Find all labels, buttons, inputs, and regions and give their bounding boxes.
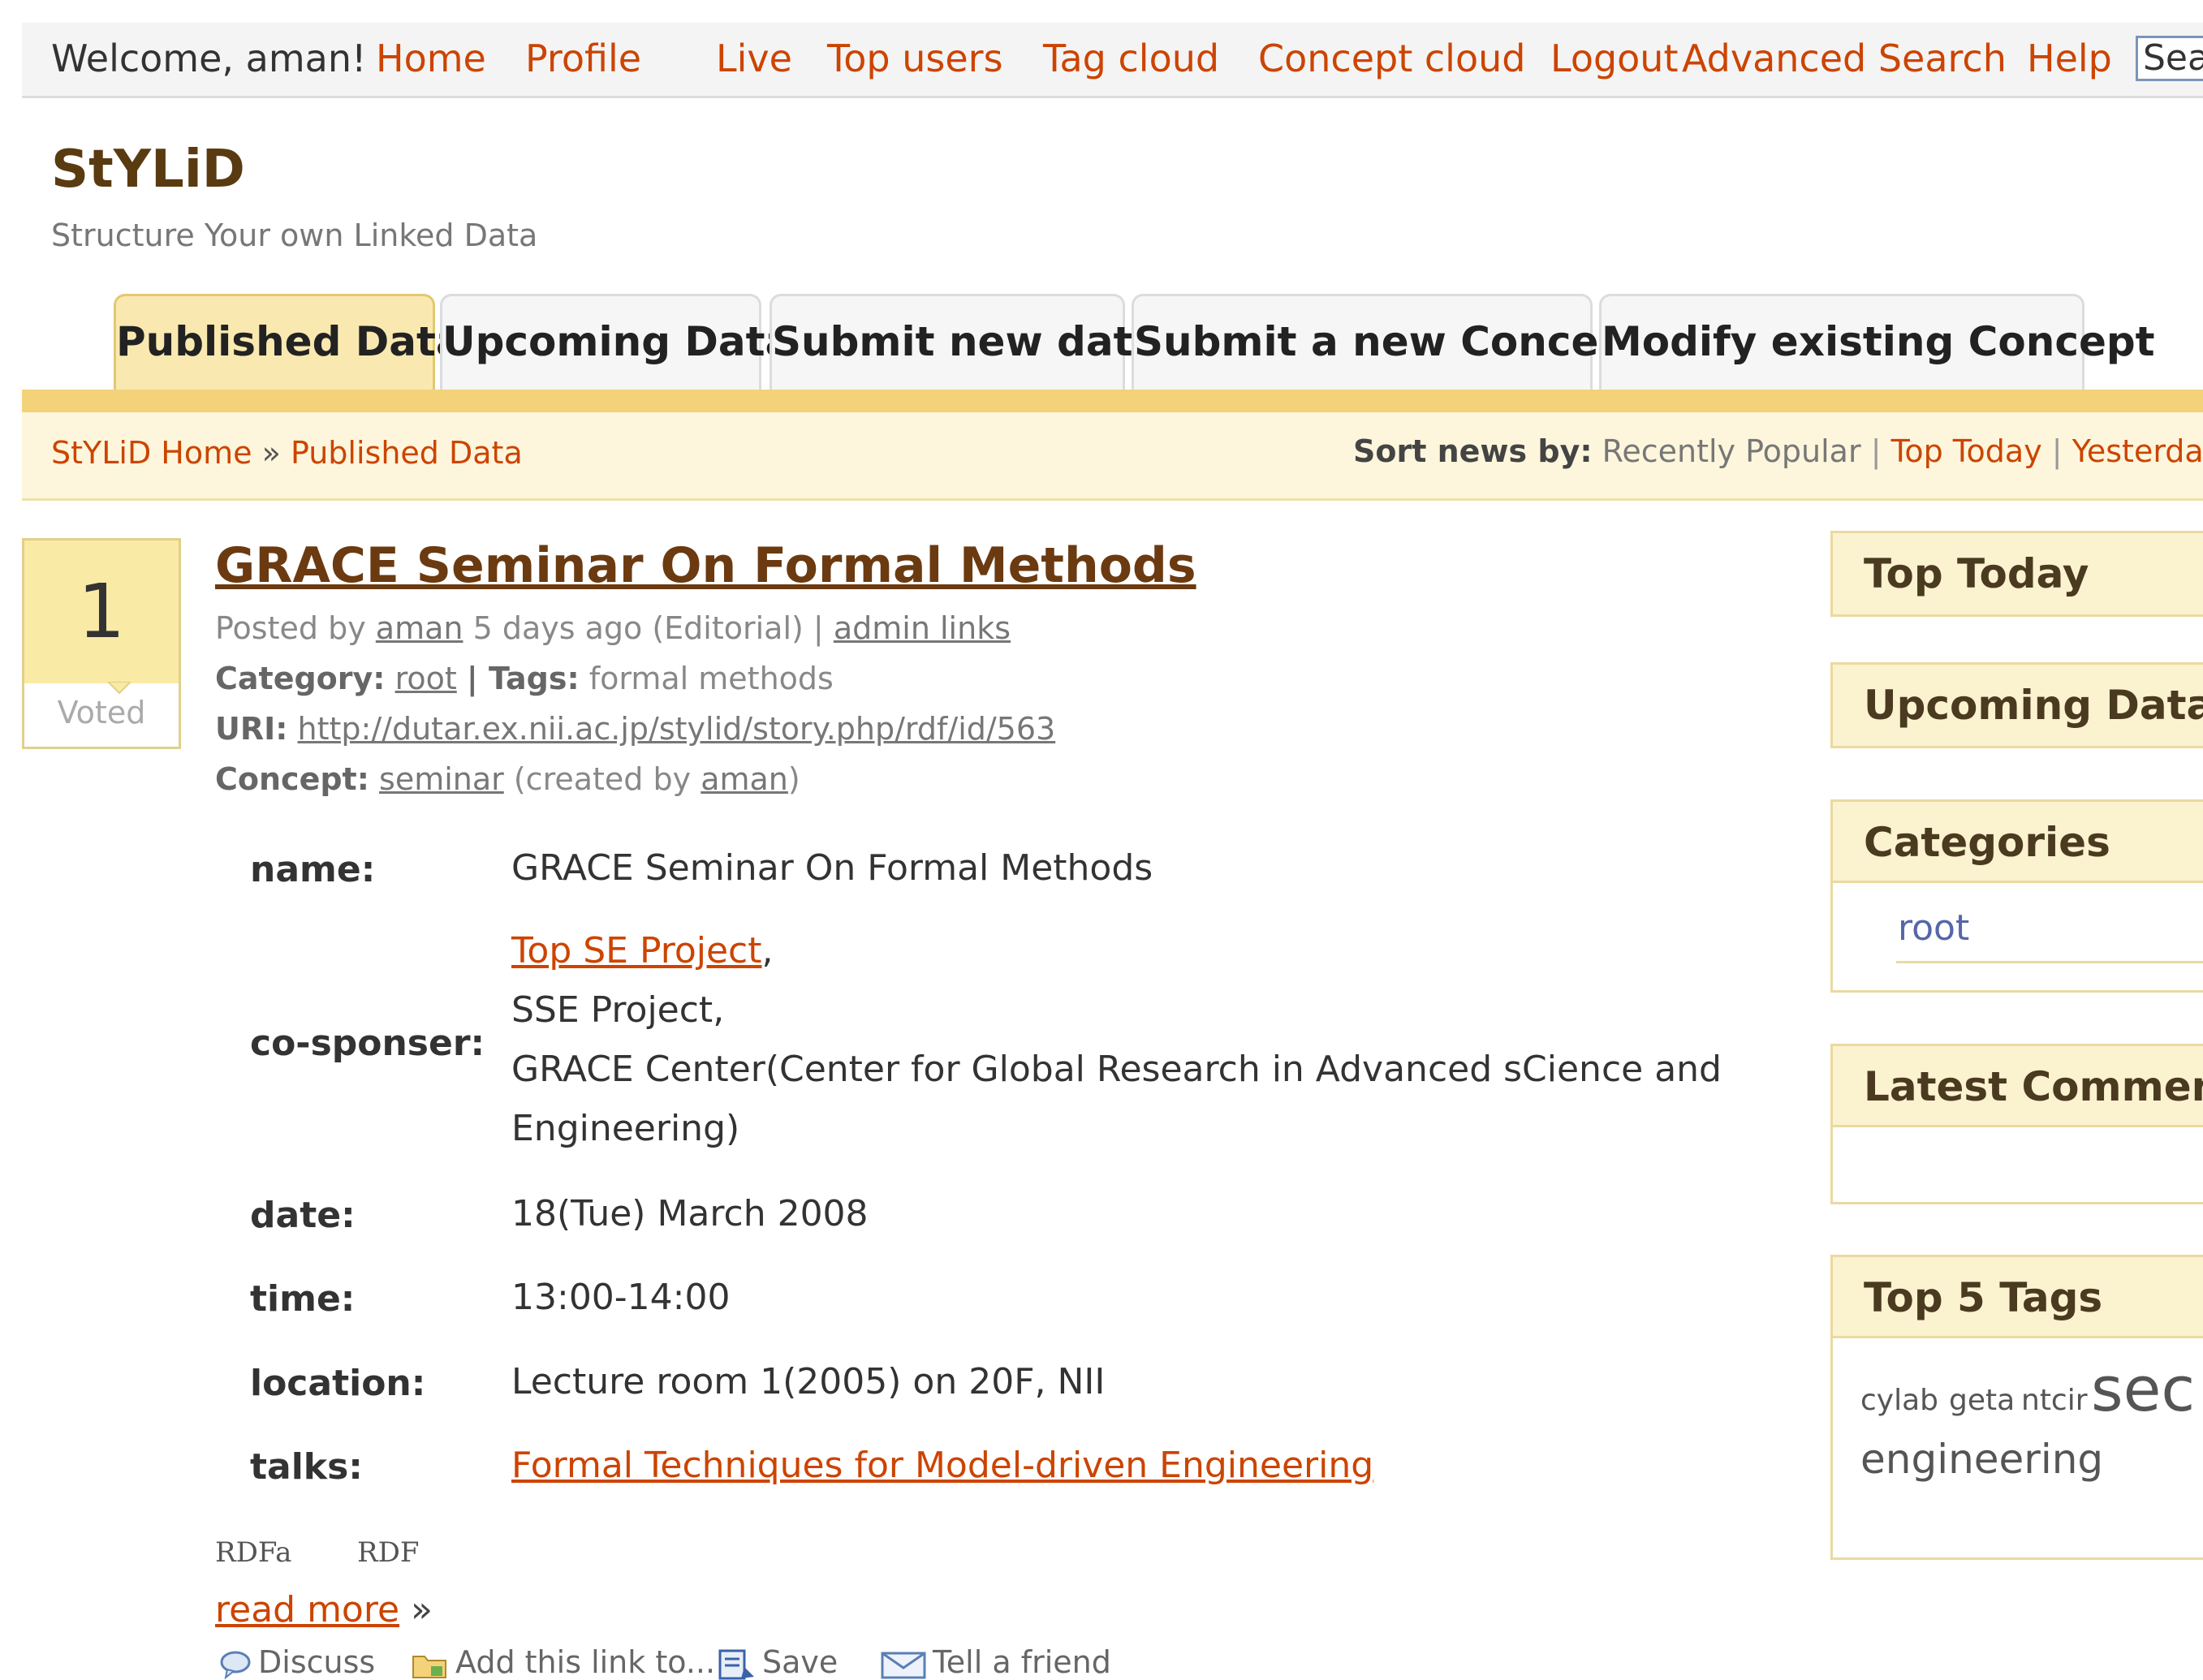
sidebar-categories: Categories root	[1830, 799, 2203, 993]
site-subtitle: Structure Your own Linked Data	[51, 218, 538, 253]
field-cosponsor-value-2: SSE Project,	[511, 989, 725, 1031]
field-location-label: location:	[250, 1363, 426, 1404]
vote-count: 1	[24, 541, 179, 683]
nav-profile-link[interactable]: Profile	[525, 34, 641, 83]
nav-advanced-search-link[interactable]: Advanced Search	[1682, 34, 2007, 83]
story-uri-line: URI: http://dutar.ex.nii.ac.jp/stylid/st…	[215, 711, 1056, 747]
field-name-value: GRACE Seminar On Formal Methods	[511, 847, 1153, 889]
breadcrumb-separator: »	[261, 435, 281, 471]
cosponsor-top-se-link[interactable]: Top SE Project	[511, 930, 762, 971]
field-name-label: name:	[250, 849, 376, 890]
sort-recently-popular[interactable]: Recently Popular	[1602, 433, 1861, 469]
story-uri-link[interactable]: http://dutar.ex.nii.ac.jp/stylid/story.p…	[298, 711, 1056, 747]
field-time-label: time:	[250, 1278, 356, 1320]
sidebar-latest-comments: Latest Comments	[1830, 1044, 2203, 1204]
sidebar-top-today: Top Today	[1830, 531, 2203, 617]
read-more-link[interactable]: read more	[215, 1589, 399, 1630]
field-cosponsor-value-3a: GRACE Center(Center for Global Research …	[511, 1049, 1722, 1090]
author-link[interactable]: aman	[376, 610, 463, 646]
sort-options: Sort news by: Recently Popular | Top Tod…	[1353, 433, 2203, 469]
tab-upcoming-data[interactable]: Upcoming Data	[440, 294, 792, 390]
nav-home-link[interactable]: Home	[376, 34, 486, 83]
speech-bubble-icon	[220, 1651, 251, 1679]
breadcrumb: StYLiD Home » Published Data	[51, 435, 523, 471]
tab-published-data[interactable]: Published Data	[114, 294, 463, 390]
tag-ntcir-link[interactable]: ntcir	[2021, 1384, 2088, 1417]
vote-pointer-icon	[108, 682, 131, 695]
top-navigation-bar: Welcome, aman! Home Profile Live Top use…	[22, 23, 2203, 98]
welcome-text: Welcome, aman!	[51, 37, 367, 80]
rdf-link[interactable]: RDF	[357, 1536, 419, 1569]
tag-sec-link[interactable]: sec	[2091, 1353, 2195, 1425]
field-date-label: date:	[250, 1195, 356, 1236]
breadcrumb-bar: StYLiD Home » Published Data Sort news b…	[22, 412, 2203, 501]
nav-concept-cloud-link[interactable]: Concept cloud	[1258, 34, 1525, 83]
nav-logout-link[interactable]: Logout	[1550, 34, 1679, 83]
story-category-line: Category: root | Tags: formal methods	[215, 661, 834, 696]
field-date-value: 18(Tue) March 2008	[511, 1193, 869, 1234]
tag-cylab-link[interactable]: cylab	[1860, 1384, 1938, 1417]
category-link[interactable]: root	[395, 661, 457, 696]
envelope-icon	[881, 1652, 926, 1678]
breadcrumb-home-link[interactable]: StYLiD Home	[51, 435, 252, 471]
vote-box[interactable]: 1 Voted	[22, 538, 181, 749]
tag-geta-link[interactable]: geta	[1949, 1384, 2015, 1417]
sidebar-top-today-heading[interactable]: Top Today	[1833, 533, 2203, 614]
search-input[interactable]: Sea	[2136, 36, 2203, 81]
story-concept-line: Concept: seminar (created by aman)	[215, 761, 800, 797]
tab-submit-new-concept[interactable]: Submit a new Concept	[1132, 294, 1647, 390]
tab-modify-existing-concept[interactable]: Modify existing Concept	[1599, 294, 2155, 390]
sidebar-top-tags-heading: Top 5 Tags	[1833, 1257, 2203, 1338]
site-title[interactable]: StYLiD	[51, 140, 245, 200]
tab-submit-new-data[interactable]: Submit new data	[770, 294, 1160, 390]
field-talks-link[interactable]: Formal Techniques for Model-driven Engin…	[511, 1445, 1373, 1486]
field-cosponsor-label: co-sponser:	[250, 1023, 485, 1064]
nav-live-link[interactable]: Live	[716, 34, 792, 83]
field-cosponsor-value-1: Top SE Project,	[511, 930, 774, 971]
breadcrumb-current-link[interactable]: Published Data	[291, 435, 523, 471]
rdfa-link[interactable]: RDFa	[215, 1536, 291, 1569]
nav-help-link[interactable]: Help	[2027, 34, 2112, 83]
tag-engineering-link[interactable]: engineering	[1860, 1436, 2103, 1483]
sidebar-top-tags: Top 5 Tags cylab geta ntcir sec engineer…	[1830, 1255, 2203, 1560]
sidebar-upcoming: Upcoming Data	[1830, 662, 2203, 748]
field-time-value: 13:00-14:00	[511, 1277, 731, 1318]
sidebar-categories-heading: Categories	[1833, 802, 2203, 883]
story-tags: formal methods	[588, 661, 834, 696]
admin-links-link[interactable]: admin links	[834, 610, 1011, 646]
nav-top-users-link[interactable]: Top users	[827, 34, 1003, 83]
field-location-value: Lecture room 1(2005) on 20F, NII	[511, 1361, 1106, 1402]
story-posted-line: Posted by aman 5 days ago (Editorial) | …	[215, 610, 1011, 646]
read-more: read more »	[215, 1589, 433, 1630]
save-icon	[718, 1649, 754, 1679]
save-action[interactable]: Save	[717, 1644, 838, 1680]
field-cosponsor-value-3b: Engineering)	[511, 1108, 740, 1149]
sort-yesterday-link[interactable]: Yesterday	[2072, 433, 2203, 469]
sidebar-latest-comments-heading: Latest Comments	[1833, 1046, 2203, 1127]
sidebar-upcoming-heading[interactable]: Upcoming Data	[1833, 665, 2203, 746]
nav-tag-cloud-link[interactable]: Tag cloud	[1043, 34, 1219, 83]
sidebar-category-root-link[interactable]: root	[1898, 907, 1969, 949]
add-link-action[interactable]: Add this link to...	[412, 1644, 715, 1680]
concept-link[interactable]: seminar	[379, 761, 504, 797]
category-divider	[1896, 961, 2203, 963]
discuss-action[interactable]: Discuss	[219, 1644, 375, 1680]
tell-friend-action[interactable]: Tell a friend	[881, 1644, 1111, 1680]
story-title-link[interactable]: GRACE Seminar On Formal Methods	[215, 537, 1196, 594]
tab-underline-strip	[22, 390, 2203, 412]
concept-creator-link[interactable]: aman	[701, 761, 788, 797]
vote-label: Voted	[57, 695, 146, 730]
field-talks-label: talks:	[250, 1446, 363, 1488]
sort-top-today-link[interactable]: Top Today	[1891, 433, 2042, 469]
folder-add-icon	[412, 1655, 446, 1678]
sort-label: Sort news by:	[1353, 433, 1593, 469]
